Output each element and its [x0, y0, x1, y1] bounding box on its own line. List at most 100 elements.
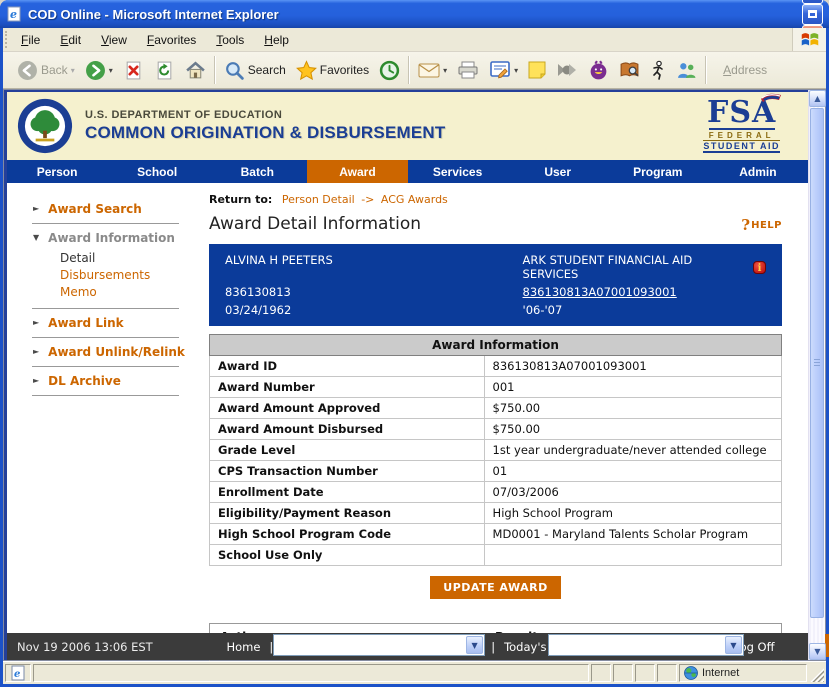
sidebar-item-award-link[interactable]: ► Award Link	[7, 311, 199, 335]
school-info-icon[interactable]: i	[753, 261, 766, 274]
sidebar-divider	[32, 337, 179, 338]
menu-file[interactable]: File	[12, 31, 49, 49]
menu-grip-handle[interactable]	[5, 31, 10, 48]
table-row: Enrollment Date07/03/2006	[210, 482, 782, 503]
sidebar-item-dl-archive[interactable]: ► DL Archive	[7, 369, 199, 393]
update-award-button[interactable]: UPDATE AWARD	[430, 576, 560, 599]
research-button[interactable]	[614, 55, 645, 86]
sidebar-item-memo[interactable]: Memo	[60, 284, 199, 300]
menu-favorites[interactable]: Favorites	[138, 31, 205, 49]
status-message-pane	[33, 664, 589, 682]
table-row: Grade Level1st year undergraduate/never …	[210, 440, 782, 461]
forward-icon	[85, 60, 106, 81]
notes-button[interactable]	[523, 55, 551, 86]
search-label: Search	[248, 63, 286, 77]
tab-person[interactable]: Person	[7, 160, 107, 183]
field-label: Award ID	[210, 356, 485, 377]
breadcrumb: Return to: Person Detail -> ACG Awards	[209, 193, 782, 206]
maximize-button[interactable]	[802, 4, 823, 25]
student-dob: 03/24/1962	[225, 303, 523, 317]
edit-button[interactable]: ▾	[484, 55, 523, 86]
edit-dropdown-icon: ▾	[514, 66, 518, 75]
menu-view[interactable]: View	[92, 31, 136, 49]
scrollbar-thumb[interactable]	[810, 108, 824, 618]
back-button[interactable]: Back ▾	[12, 55, 80, 86]
help-link[interactable]: ? HELP	[741, 216, 782, 234]
aim-button[interactable]	[645, 55, 671, 86]
tab-admin[interactable]: Admin	[708, 160, 808, 183]
stop-button[interactable]	[118, 55, 149, 86]
status-bar: e Internet	[3, 661, 826, 684]
vertical-scrollbar[interactable]: ▲ ▼	[808, 90, 825, 660]
media-button[interactable]	[551, 55, 583, 86]
globe-icon	[684, 666, 698, 680]
breadcrumb-acg-awards-link[interactable]: ACG Awards	[381, 193, 448, 206]
home-button[interactable]	[180, 55, 211, 86]
status-pane	[591, 664, 611, 682]
sidebar-item-award-unlink-relink[interactable]: ► Award Unlink/Relink	[7, 340, 199, 364]
table-row: Eligibility/Payment ReasonHigh School Pr…	[210, 503, 782, 524]
site-header: U.S. DEPARTMENT OF EDUCATION COMMON ORIG…	[7, 90, 808, 160]
menu-edit[interactable]: Edit	[51, 31, 90, 49]
tab-program[interactable]: Program	[608, 160, 708, 183]
aim-running-man-icon	[650, 60, 666, 80]
sidebar-label: Award Information	[48, 231, 175, 245]
field-value: 836130813A07001093001	[484, 356, 781, 377]
messenger-button[interactable]	[671, 55, 702, 86]
award-id-link[interactable]: 836130813A07001093001	[523, 285, 766, 299]
search-button[interactable]: Search	[219, 55, 291, 86]
forward-button[interactable]: ▾	[80, 55, 118, 86]
scrollbar-grip-icon	[814, 359, 820, 367]
fsa-flag-icon	[760, 91, 782, 103]
tab-batch[interactable]: Batch	[207, 160, 307, 183]
svg-text:e: e	[10, 8, 17, 21]
scroll-down-button[interactable]: ▼	[809, 643, 826, 660]
footer-link-home[interactable]: Home	[226, 640, 260, 654]
result-code-select[interactable]	[549, 635, 743, 655]
breadcrumb-person-detail-link[interactable]: Person Detail	[282, 193, 355, 206]
page-title: Award Detail Information	[209, 214, 421, 234]
menu-help[interactable]: Help	[255, 31, 298, 49]
media-play-icon	[556, 61, 578, 79]
student-name: ALVINA H PEETERS	[225, 253, 523, 281]
mail-icon	[418, 61, 440, 79]
toolbar: Back ▾ ▾	[3, 52, 826, 89]
tab-user[interactable]: User	[508, 160, 608, 183]
yahoo-messenger-icon	[588, 60, 609, 81]
title-bar[interactable]: e COD Online - Microsoft Internet Explor…	[0, 0, 829, 28]
sidebar-label: Award Search	[48, 202, 142, 216]
ie-logo-icon: e	[6, 6, 22, 22]
menu-tools[interactable]: Tools	[207, 31, 253, 49]
tab-award[interactable]: Award	[307, 160, 407, 183]
address-bar-zone: Address	[710, 52, 777, 88]
scroll-up-button[interactable]: ▲	[809, 90, 826, 107]
security-zone-label: Internet	[702, 667, 739, 679]
back-icon	[17, 60, 38, 81]
yahoo-messenger-button[interactable]	[583, 55, 614, 86]
tab-school[interactable]: School	[107, 160, 207, 183]
tab-services[interactable]: Services	[408, 160, 508, 183]
field-value	[484, 545, 781, 566]
mail-button[interactable]: ▾	[413, 55, 452, 86]
table-row: Award ID836130813A07001093001	[210, 356, 782, 377]
action-code-select[interactable]	[274, 635, 484, 655]
toolbar-separator	[214, 56, 216, 84]
refresh-button[interactable]	[149, 55, 180, 86]
table-row: High School Program CodeMD0001 - Marylan…	[210, 524, 782, 545]
resize-grip-handle[interactable]	[809, 664, 824, 682]
history-button[interactable]	[374, 55, 405, 86]
print-button[interactable]	[452, 55, 484, 86]
sidebar-item-detail[interactable]: Detail	[60, 250, 199, 266]
minimize-button[interactable]	[802, 0, 823, 4]
favorites-button[interactable]: Favorites	[291, 55, 374, 86]
sidebar-item-award-search[interactable]: ► Award Search	[7, 197, 199, 221]
sidebar-item-disbursements[interactable]: Disbursements	[60, 267, 199, 283]
student-school-summary: ALVINA H PEETERS ARK STUDENT FINANCIAL A…	[209, 244, 782, 326]
field-value: 07/03/2006	[484, 482, 781, 503]
sidebar-item-award-information[interactable]: ▼ Award Information	[7, 226, 199, 250]
status-page-pane: e	[5, 664, 31, 682]
dept-of-education-seal-icon	[17, 98, 73, 154]
search-icon	[224, 60, 245, 81]
fsa-student-aid-label: STUDENT AID	[703, 140, 780, 153]
window-title: COD Online - Microsoft Internet Explorer	[28, 7, 794, 22]
